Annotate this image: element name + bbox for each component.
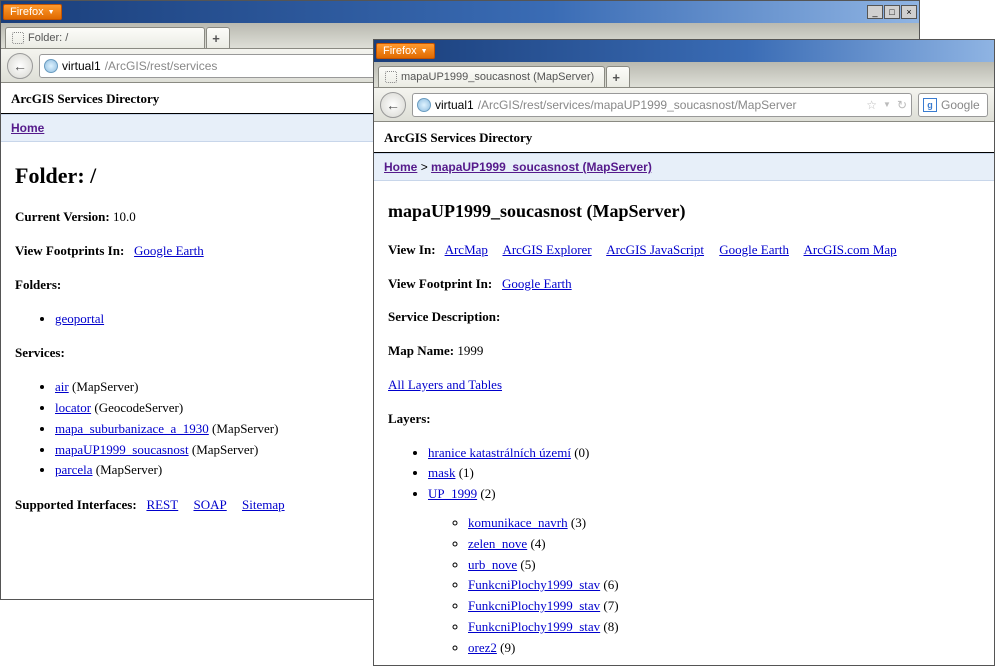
service-link[interactable]: parcela [55,462,93,477]
browser-tab[interactable]: Folder: / [5,27,205,48]
tab-strip: mapaUP1999_soucasnost (MapServer) + [374,62,994,88]
list-item: zelen_nove (4) [468,534,980,555]
view-in-link[interactable]: ArcGIS JavaScript [606,242,704,257]
firefox-menu-button[interactable]: Firefox ▼ [3,4,62,20]
view-in-link[interactable]: ArcGIS Explorer [502,242,591,257]
service-link[interactable]: mapa_suburbanizace_a_1930 [55,421,209,436]
bookmark-icon[interactable]: ☆ [866,98,877,112]
url-bar[interactable]: virtual1/ArcGIS/rest/services/mapaUP1999… [412,93,912,117]
url-path: /ArcGIS/rest/services [105,59,218,73]
chevron-down-icon: ▼ [48,9,55,16]
folder-link[interactable]: geoportal [55,311,104,326]
breadcrumb-service[interactable]: mapaUP1999_soucasnost (MapServer) [431,160,652,174]
url-host: virtual1 [62,59,101,73]
list-item: FunkcniPlochy1999_stav (8) [468,617,980,638]
list-item: urb_nove (5) [468,555,980,576]
layer-link[interactable]: zelen_nove [468,536,527,551]
view-in-link[interactable]: Google Earth [719,242,789,257]
layers-list: hranice katastrálních území (0) mask (1)… [388,443,980,659]
dropdown-icon[interactable]: ▼ [883,100,891,109]
browser-tab[interactable]: mapaUP1999_soucasnost (MapServer) [378,66,605,87]
folders-label: Folders: [15,277,61,292]
service-link[interactable]: air [55,379,69,394]
titlebar: Firefox ▼ _ □ × [1,1,919,23]
service-description-label: Service Description: [388,309,500,324]
soap-link[interactable]: SOAP [193,497,226,512]
layer-link[interactable]: UP_1999 [428,486,477,501]
maximize-button[interactable]: □ [884,5,900,19]
list-item: FunkcniPlochy1999_stav (7) [468,596,980,617]
reload-icon[interactable]: ↻ [897,98,907,112]
firefox-label: Firefox [383,45,417,57]
supported-interfaces-label: Supported Interfaces: [15,497,137,512]
view-footprints-label: View Footprints In: [15,243,124,258]
layer-link[interactable]: urb_nove [468,557,517,572]
tab-title: Folder: / [28,32,68,44]
search-field[interactable]: g Google [918,93,988,117]
chevron-down-icon: ▼ [421,48,428,55]
back-button[interactable]: ← [7,53,33,79]
layer-link[interactable]: orez2 [468,640,497,655]
firefox-menu-button[interactable]: Firefox ▼ [376,43,435,59]
url-path: /ArcGIS/rest/services/mapaUP1999_soucasn… [478,98,797,112]
url-host: virtual1 [435,98,474,112]
list-item: hranice katastrálních území (0) [428,443,980,464]
search-placeholder: Google [941,98,980,112]
current-version-value: 10.0 [113,209,136,224]
list-item: orez2 (9) [468,638,980,659]
nav-toolbar: ← virtual1/ArcGIS/rest/services/mapaUP19… [374,88,994,122]
service-link[interactable]: locator [55,400,91,415]
breadcrumb: Home > mapaUP1999_soucasnost (MapServer) [374,153,994,181]
close-button[interactable]: × [901,5,917,19]
page-body: mapaUP1999_soucasnost (MapServer) View I… [374,181,994,665]
layer-link[interactable]: komunikace_navrh [468,515,568,530]
directory-heading: ArcGIS Services Directory [374,122,994,153]
list-item: komunikace_navrh (3) [468,513,980,534]
view-in-link[interactable]: ArcMap [445,242,488,257]
breadcrumb-home[interactable]: Home [11,121,44,135]
back-button[interactable]: ← [380,92,406,118]
new-tab-button[interactable]: + [206,27,230,48]
layer-link[interactable]: FunkcniPlochy1999_stav [468,577,600,592]
page-icon [12,32,24,44]
minimize-button[interactable]: _ [867,5,883,19]
list-item: FunkcniPlochy1999_stav (6) [468,575,980,596]
google-earth-link[interactable]: Google Earth [134,243,204,258]
breadcrumb-separator: > [421,160,428,174]
service-link[interactable]: mapaUP1999_soucasnost [55,442,189,457]
sitemap-link[interactable]: Sitemap [242,497,285,512]
new-tab-button[interactable]: + [606,66,630,87]
map-name-value: 1999 [457,343,483,358]
all-layers-link[interactable]: All Layers and Tables [388,377,502,392]
layer-link[interactable]: FunkcniPlochy1999_stav [468,598,600,613]
google-earth-link[interactable]: Google Earth [502,276,572,291]
globe-icon [417,98,431,112]
view-in-link[interactable]: ArcGIS.com Map [804,242,897,257]
page-title: mapaUP1999_soucasnost (MapServer) [388,197,980,226]
current-version-label: Current Version: [15,209,110,224]
view-in-label: View In: [388,242,436,257]
map-name-label: Map Name: [388,343,454,358]
view-footprint-label: View Footprint In: [388,276,492,291]
google-icon: g [923,98,937,112]
page-content: ArcGIS Services Directory Home > mapaUP1… [374,122,994,665]
services-label: Services: [15,345,65,360]
breadcrumb-home[interactable]: Home [384,160,417,174]
layer-link[interactable]: hranice katastrálních území [428,445,571,460]
globe-icon [44,59,58,73]
sublayers-list: komunikace_navrh (3) zelen_nove (4) urb_… [428,513,980,659]
browser-window-2: Firefox ▼ mapaUP1999_soucasnost (MapServ… [373,39,995,666]
layer-link[interactable]: mask [428,465,455,480]
layers-label: Layers: [388,411,431,426]
firefox-label: Firefox [10,6,44,18]
window-controls: _ □ × [866,5,917,19]
titlebar: Firefox ▼ [374,40,994,62]
page-icon [385,71,397,83]
list-item: mask (1) [428,463,980,484]
tab-title: mapaUP1999_soucasnost (MapServer) [401,71,594,83]
list-item: UP_1999 (2) komunikace_navrh (3) zelen_n… [428,484,980,658]
rest-link[interactable]: REST [146,497,178,512]
layer-link[interactable]: FunkcniPlochy1999_stav [468,619,600,634]
